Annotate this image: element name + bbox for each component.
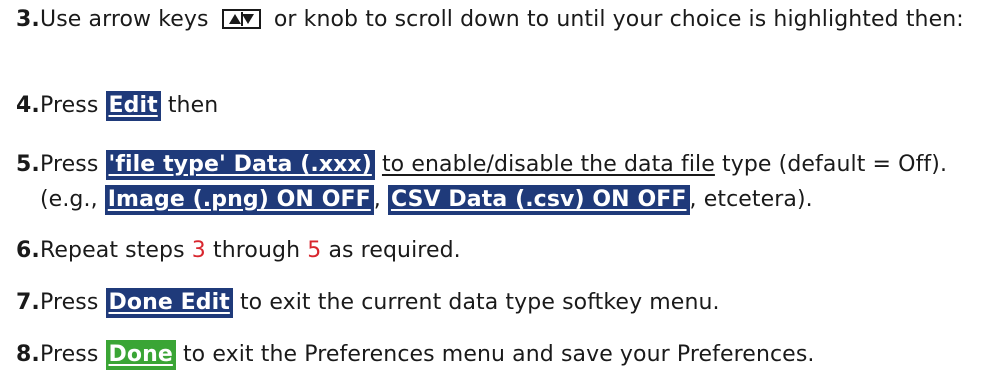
step-5: 5. Press 'file type' Data (.xxx) to enab… [16,147,970,217]
step-text: through [212,238,301,263]
step-text: then [167,93,219,118]
step-text: Use arrow keys [40,7,209,32]
done-edit-softkey: Done Edit [105,288,233,318]
step-6: 6. Repeat steps 3 through 5 as required. [16,233,970,268]
step-text: Press [40,342,99,367]
step-7: 7. Press Done Edit to exit the current d… [16,285,970,320]
step-text: Press [40,290,99,315]
step-reference-link[interactable]: 3 [192,238,206,263]
image-png-softkey: Image (.png) ON OFF [104,185,374,215]
step-text: , etcetera). [689,187,813,212]
step-text: to exit the current data type softkey me… [239,290,720,315]
step-text: or knob to scroll down to until your cho… [273,7,964,32]
step-text: as required. [328,238,461,263]
step-number: 4. [16,93,40,118]
step-number: 3. [16,7,40,32]
step-number: 5. [16,152,40,177]
step-text: Press [40,152,99,177]
instruction-list: 3. Use arrow keys or knob to scroll down… [0,0,986,377]
step-text: Repeat steps [40,238,185,263]
step-text: to exit the Preferences menu and save yo… [182,342,815,367]
edit-softkey: Edit [105,91,161,121]
step-text: to enable/disable the data file [381,152,715,177]
csv-data-softkey: CSV Data (.csv) ON OFF [387,185,690,215]
step-reference-link[interactable]: 5 [307,238,321,263]
separator: , [373,187,381,212]
file-type-data-softkey: 'file type' Data (.xxx) [105,150,375,180]
step-4: 4. Press Edit then [16,88,970,123]
step-text: Press [40,93,99,118]
done-softkey: Done [105,340,176,370]
step-number: 6. [16,238,40,263]
step-3: 3. Use arrow keys or knob to scroll down… [16,2,970,37]
up-down-arrow-keys-icon [221,9,261,29]
step-number: 7. [16,290,40,315]
step-8: 8. Press Done to exit the Preferences me… [16,337,970,372]
step-number: 8. [16,342,40,367]
